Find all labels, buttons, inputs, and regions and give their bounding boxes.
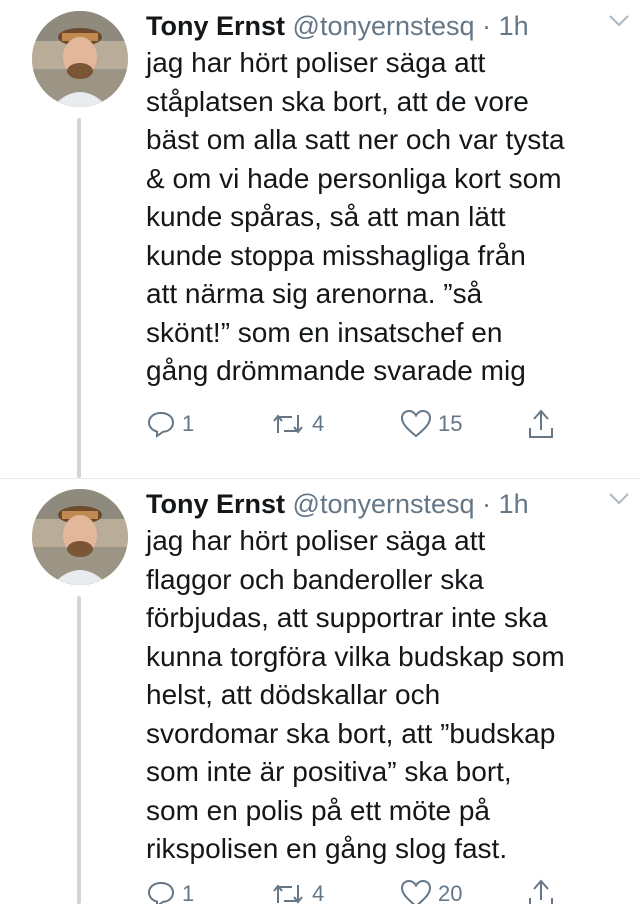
retweet-count: 4 — [312, 881, 325, 904]
like-button[interactable]: 20 — [400, 876, 462, 904]
thread-connector — [77, 596, 81, 904]
divider — [0, 478, 640, 479]
like-count: 20 — [438, 881, 463, 904]
retweet-icon — [273, 414, 303, 434]
tweet-text: jag har hört poliser säga att flaggor oc… — [146, 525, 565, 864]
avatar[interactable] — [32, 489, 128, 585]
like-button[interactable]: 15 — [400, 406, 462, 442]
tweet[interactable]: Tony Ernst @tonyernstesq · 1h jag har hö… — [0, 0, 640, 478]
tweet-header: Tony Ernst @tonyernstesq · 1h — [146, 484, 628, 524]
share-button[interactable] — [526, 406, 556, 442]
tweet-actions: 1 4 20 — [146, 876, 586, 904]
display-name[interactable]: Tony Ernst — [146, 11, 285, 41]
reply-count: 1 — [182, 881, 195, 904]
tweet-header: Tony Ernst @tonyernstesq · 1h — [146, 6, 628, 46]
share-button[interactable] — [526, 876, 556, 904]
timestamp[interactable]: 1h — [499, 11, 529, 41]
share-icon — [529, 879, 553, 904]
separator-dot: · — [482, 489, 492, 519]
avatar-image — [32, 11, 128, 107]
heart-icon — [400, 879, 432, 904]
timestamp[interactable]: 1h — [499, 489, 529, 519]
retweet-count: 4 — [312, 411, 325, 436]
reply-icon — [147, 411, 175, 438]
tweet-actions: 1 4 15 — [146, 406, 586, 442]
chevron-down-icon[interactable] — [608, 492, 630, 506]
tweet-thread: Tony Ernst @tonyernstesq · 1h jag har hö… — [0, 0, 640, 904]
reply-icon — [147, 881, 175, 904]
thread-connector — [77, 118, 81, 478]
avatar[interactable] — [32, 11, 128, 107]
separator-dot: · — [482, 11, 492, 41]
tweet-text: jag har hört poliser säga att ståplatsen… — [146, 47, 565, 386]
retweet-button[interactable]: 4 — [270, 406, 324, 442]
reply-button[interactable]: 1 — [146, 406, 194, 442]
user-handle[interactable]: @tonyernstesq — [293, 489, 475, 519]
display-name[interactable]: Tony Ernst — [146, 489, 285, 519]
reply-count: 1 — [182, 411, 195, 436]
retweet-icon — [273, 884, 303, 904]
avatar-image — [32, 489, 128, 585]
share-icon — [529, 409, 553, 438]
tweet[interactable]: Tony Ernst @tonyernstesq · 1h jag har hö… — [0, 478, 640, 904]
chevron-down-icon[interactable] — [608, 14, 630, 28]
retweet-button[interactable]: 4 — [270, 876, 324, 904]
user-handle[interactable]: @tonyernstesq — [293, 11, 475, 41]
heart-icon — [400, 409, 432, 438]
reply-button[interactable]: 1 — [146, 876, 194, 904]
like-count: 15 — [438, 411, 463, 436]
